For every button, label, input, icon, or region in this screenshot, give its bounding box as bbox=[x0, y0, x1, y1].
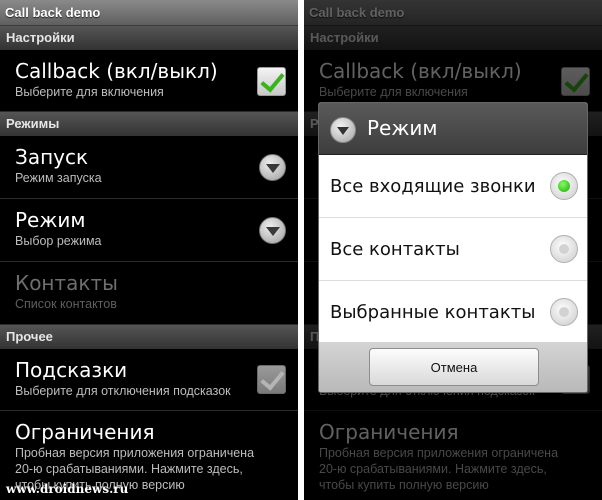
pref-summary: Список контактов bbox=[15, 297, 117, 311]
pref-launch[interactable]: Запуск Режим запуска bbox=[0, 136, 298, 199]
pref-title: Режим bbox=[15, 208, 86, 232]
mode-dialog-screen: Call back demo Настройки Callback (вкл/в… bbox=[304, 0, 602, 500]
mode-option-selected-contacts[interactable]: Выбранные контакты bbox=[319, 281, 587, 344]
mode-dialog: Режим Все входящие звонки Все контакты В… bbox=[318, 102, 588, 393]
chevron-down-icon bbox=[259, 154, 286, 181]
dialog-header: Режим bbox=[319, 103, 587, 155]
pref-summary: Выбор режима bbox=[15, 234, 102, 248]
app-titlebar: Call back demo bbox=[0, 0, 298, 26]
section-header-other: Прочее bbox=[0, 325, 298, 349]
pref-summary: Режим запуска bbox=[15, 171, 102, 185]
pref-title: Callback (вкл/выкл) bbox=[15, 59, 218, 83]
option-label: Выбранные контакты bbox=[330, 302, 536, 323]
radio-icon[interactable] bbox=[550, 172, 578, 200]
pref-limits[interactable]: Ограничения Пробная версия приложения ог… bbox=[0, 411, 298, 492]
callback-checkbox[interactable] bbox=[257, 67, 286, 96]
pref-hints[interactable]: Подсказки Выберите для отключения подска… bbox=[0, 349, 298, 411]
dialog-footer: Отмена bbox=[319, 342, 587, 392]
option-label: Все контакты bbox=[330, 239, 460, 260]
pref-title: Ограничения bbox=[15, 420, 155, 444]
pref-summary: Выберите для отключения подсказок bbox=[15, 384, 231, 398]
pref-summary-line: Пробная версия приложения ограничена bbox=[15, 446, 255, 460]
pref-summary: Выберите для включения bbox=[15, 85, 164, 99]
pref-contacts: Контакты Список контактов bbox=[0, 262, 298, 325]
dialog-title: Режим bbox=[367, 116, 438, 140]
preferences-screen: Call back demo Настройки Callback (вкл/в… bbox=[0, 0, 298, 500]
option-label: Все входящие звонки bbox=[330, 176, 536, 197]
watermark: www.droidnews.ru bbox=[6, 482, 129, 496]
section-header-modes: Режимы bbox=[0, 112, 298, 136]
section-header-settings: Настройки bbox=[0, 26, 298, 50]
pref-title: Подсказки bbox=[15, 358, 128, 382]
chevron-down-icon bbox=[330, 117, 356, 143]
mode-option-all-contacts[interactable]: Все контакты bbox=[319, 218, 587, 281]
hints-checkbox[interactable] bbox=[257, 365, 286, 394]
chevron-down-icon bbox=[259, 217, 286, 244]
pref-summary-line: 20-ю срабатываниями. Нажмите здесь, bbox=[15, 462, 243, 476]
pref-callback-toggle[interactable]: Callback (вкл/выкл) Выберите для включен… bbox=[0, 50, 298, 112]
pref-mode[interactable]: Режим Выбор режима bbox=[0, 199, 298, 262]
cancel-button[interactable]: Отмена bbox=[369, 348, 539, 386]
radio-icon[interactable] bbox=[550, 298, 578, 326]
radio-icon[interactable] bbox=[550, 235, 578, 263]
pref-title: Запуск bbox=[15, 145, 89, 169]
pref-title: Контакты bbox=[15, 271, 118, 295]
mode-option-all-incoming[interactable]: Все входящие звонки bbox=[319, 155, 587, 218]
